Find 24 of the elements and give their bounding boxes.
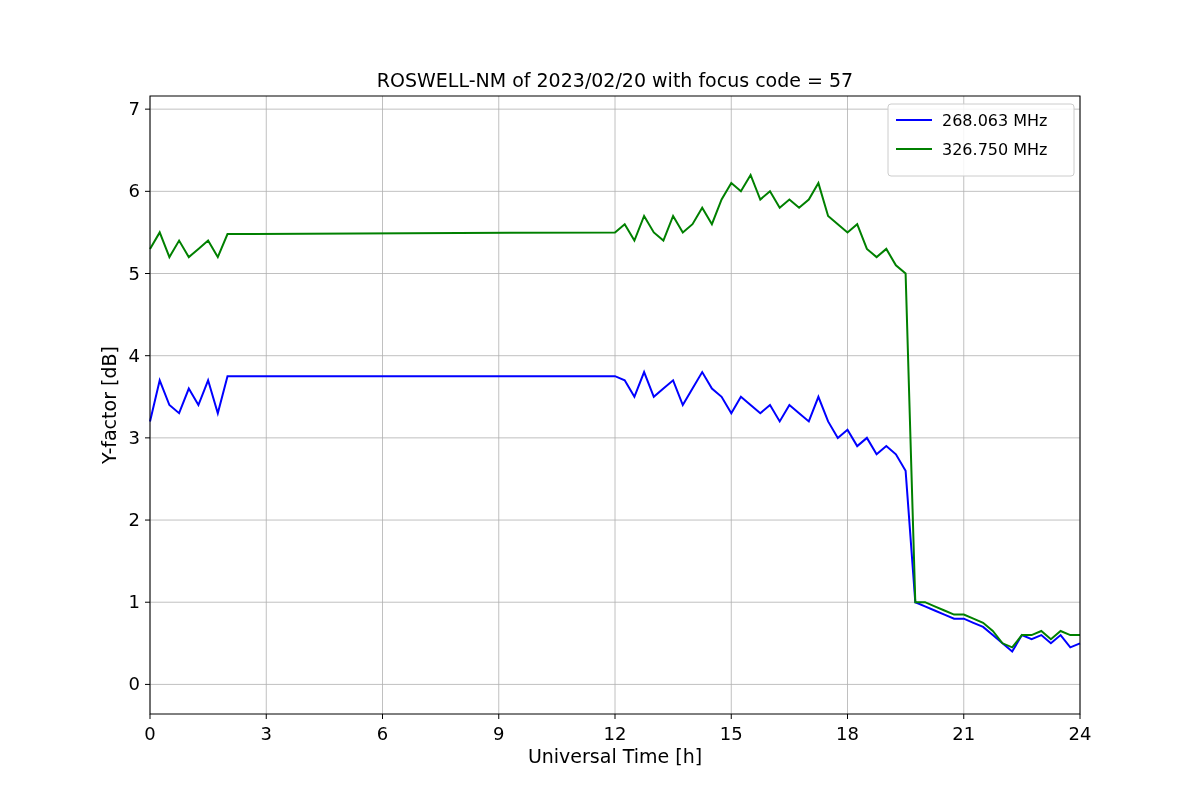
axis-tick-label: 15: [719, 723, 743, 744]
chart-title: ROSWELL-NM of 2023/02/20 with focus code = 57: [376, 69, 854, 91]
axis-tick-label: 9: [493, 723, 505, 744]
axis-tick-label: 0: [128, 673, 140, 695]
axis-tick-label: 2: [128, 509, 140, 531]
axis-tick-label: 24: [1068, 723, 1092, 744]
axis-tick-label: 3: [260, 723, 272, 744]
legend-line-icon: [895, 148, 933, 150]
axis-tick-label: 6: [128, 180, 140, 202]
axis-tick-label: 12: [603, 723, 627, 744]
legend-line-icon: [895, 119, 933, 121]
legend-label: 268.063 MHz: [942, 111, 1048, 130]
axis-tick-label: 18: [836, 723, 859, 744]
y-axis-label: Y-factor [dB]: [98, 346, 120, 464]
legend-label: 326.750 MHz: [942, 140, 1048, 159]
axis-tick-label: 21: [952, 723, 976, 744]
x-axis-label: Universal Time [h]: [527, 745, 703, 767]
axis-tick-label: 1: [128, 591, 140, 613]
axis-tick-label: 3: [128, 426, 140, 448]
axis-tick-label: 5: [128, 262, 140, 284]
axis-tick-label: 0: [144, 723, 156, 744]
axis-tick-label: 4: [128, 344, 140, 366]
axis-tick-label: 6: [376, 723, 389, 744]
axis-tick-label: 7: [128, 98, 140, 120]
